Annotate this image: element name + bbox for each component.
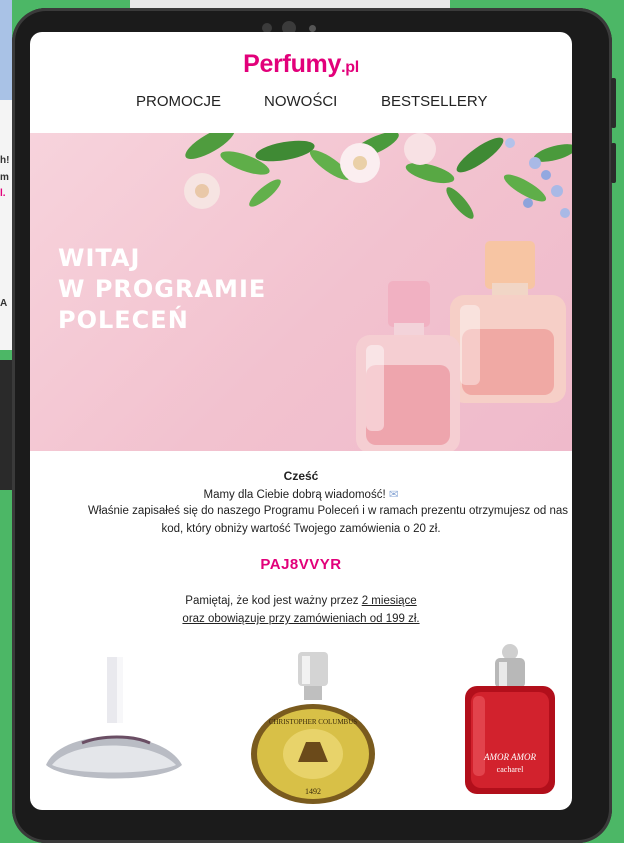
perfume-bottle-gold-icon[interactable]: 1492 CHRISTOPHER COLUMBUS bbox=[248, 644, 378, 804]
perfume-bottle-front-icon bbox=[356, 281, 460, 451]
power-button bbox=[611, 143, 616, 183]
background-text: h! bbox=[0, 155, 10, 166]
volume-button bbox=[611, 78, 616, 128]
background-text: m bbox=[0, 172, 9, 183]
discount-line: kod, który obniży wartość Twojego zamówi… bbox=[161, 523, 441, 535]
brand-logo[interactable]: Perfumy.pl bbox=[30, 50, 572, 79]
bottle-label: CHRISTOPHER COLUMBUS bbox=[269, 718, 357, 726]
hero-banner[interactable]: WITAJ W PROGRAMIE POLECEŃ bbox=[30, 133, 572, 451]
perfume-bottle-back-icon bbox=[450, 241, 566, 403]
bottle-year: 1492 bbox=[305, 787, 321, 796]
background-card-left-top bbox=[0, 0, 12, 100]
hero-title: WITAJ W PROGRAMIE POLECEŃ bbox=[58, 244, 267, 334]
background-text: A bbox=[0, 298, 8, 309]
perfume-bottle-red-icon[interactable]: AMOR AMOR cacharel bbox=[455, 640, 565, 800]
flower-garland bbox=[184, 133, 572, 219]
nav-promocje[interactable]: PROMOCJE bbox=[136, 93, 221, 110]
good-news-line: Mamy dla Ciebie dobrą wiadomość! ✉ bbox=[203, 489, 399, 501]
bottle-label: AMOR AMOR bbox=[483, 752, 537, 762]
perfume-bottle-silver-icon[interactable] bbox=[42, 647, 192, 797]
validity-line: Pamiętaj, że kod jest ważny przez 2 mies… bbox=[185, 595, 417, 607]
validity-link[interactable]: 2 miesiące bbox=[362, 595, 417, 607]
camera-sensor bbox=[309, 25, 316, 32]
background-card-top bbox=[130, 0, 450, 8]
envelope-icon: ✉ bbox=[388, 489, 399, 501]
promo-code[interactable]: PAJ8VVYR bbox=[30, 556, 572, 573]
minimum-order-line: oraz obowiązuje przy zamówieniach od 199… bbox=[30, 613, 572, 625]
greeting: Cześć bbox=[283, 469, 319, 483]
nav-nowosci[interactable]: NOWOŚCI bbox=[264, 93, 337, 110]
email-screen: Perfumy.pl PROMOCJE NOWOŚCI BESTSELLERY bbox=[30, 32, 572, 810]
nav-bestsellery[interactable]: BESTSELLERY bbox=[381, 93, 487, 110]
background-text: l. bbox=[0, 188, 6, 199]
program-line: Właśnie zapisałeś się do naszego Program… bbox=[87, 505, 569, 517]
bottle-brand: cacharel bbox=[497, 765, 524, 774]
minimum-order-link[interactable]: oraz obowiązuje przy zamówieniach od 199… bbox=[182, 613, 419, 625]
